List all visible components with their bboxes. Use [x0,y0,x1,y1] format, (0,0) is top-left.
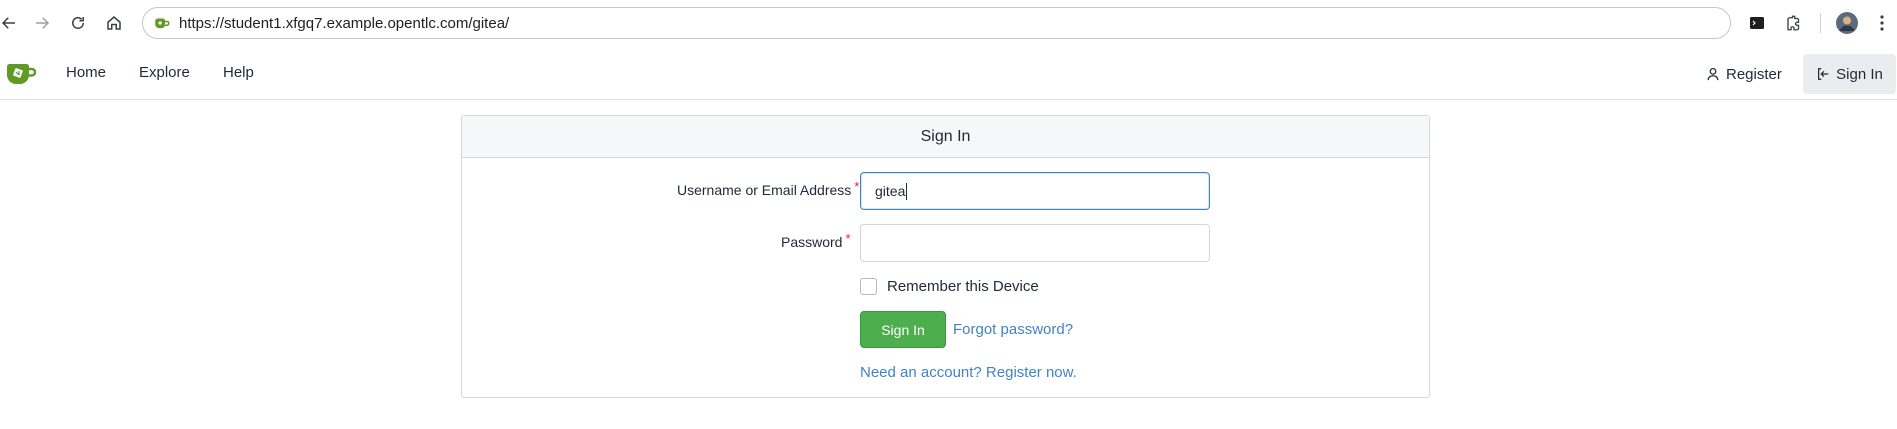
home-icon[interactable] [101,10,127,36]
forgot-password-link[interactable]: Forgot password? [953,321,1073,338]
url-text: https://student1.xfgq7.example.opentlc.c… [179,15,510,32]
toolbar-divider [1820,13,1821,33]
username-value: gitea [875,183,906,199]
gitea-logo[interactable] [6,60,37,86]
back-icon[interactable] [0,10,22,36]
nav-help[interactable]: Help [223,64,254,81]
sign-in-card: Sign In Username or Email Address * gitea… [461,115,1430,398]
header-sign-in-button[interactable]: Sign In [1803,54,1896,94]
app-header: Home Explore Help Register Sign In [0,46,1897,100]
remember-label[interactable]: Remember this Device [887,278,1039,295]
password-label: Password * [781,231,851,250]
header-sign-in-label: Sign In [1836,65,1883,83]
site-info-icon[interactable] [153,14,171,32]
more-menu-icon[interactable] [1870,11,1894,35]
reload-icon[interactable] [65,10,91,36]
sign-in-button[interactable]: Sign In [860,311,946,348]
required-marker: * [854,179,860,194]
terminal-icon[interactable] [1745,11,1769,35]
required-marker: * [845,231,851,246]
register-now-link[interactable]: Need an account? Register now. [860,364,1077,381]
extensions-icon[interactable] [1782,11,1806,35]
nav-home[interactable]: Home [66,64,106,81]
register-label: Register [1726,65,1782,83]
card-title: Sign In [462,116,1429,158]
sign-in-icon [1818,68,1829,80]
browser-toolbar: https://student1.xfgq7.example.opentlc.c… [0,0,1897,46]
text-caret [906,182,908,200]
username-label: Username or Email Address * [677,179,860,198]
forward-icon[interactable] [29,10,55,36]
address-bar[interactable]: https://student1.xfgq7.example.opentlc.c… [142,7,1731,39]
remember-checkbox[interactable] [860,278,877,295]
password-input[interactable] [860,224,1210,262]
profile-avatar[interactable] [1835,11,1859,35]
nav-explore[interactable]: Explore [139,64,190,81]
person-icon [1707,67,1719,81]
register-button[interactable]: Register [1706,60,1782,88]
username-input[interactable]: gitea [860,172,1210,210]
